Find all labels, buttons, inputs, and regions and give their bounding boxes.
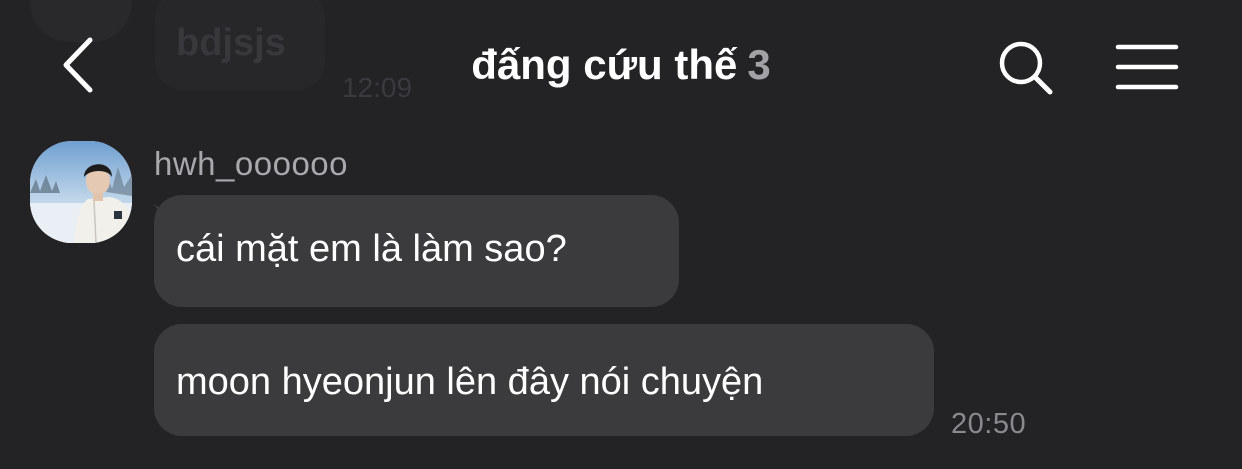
message-text: moon hyeonjun lên đây nói chuyện [176, 361, 764, 403]
message-bubble[interactable]: moon hyeonjun lên đây nói chuyện [154, 324, 934, 436]
member-count: 3 [747, 41, 771, 88]
sender-avatar[interactable] [30, 141, 132, 243]
message-bubble[interactable]: cái mặt em là làm sao? [154, 195, 679, 307]
sender-username[interactable]: hwh_oooooo [154, 145, 348, 183]
search-button[interactable] [996, 38, 1056, 98]
group-name: đấng cứu thế [471, 41, 738, 88]
search-icon [999, 41, 1053, 95]
hamburger-menu-icon [1115, 44, 1179, 90]
avatar-photo [30, 141, 132, 243]
message-text: cái mặt em là làm sao? [176, 228, 567, 270]
message-timestamp: 20:50 [951, 408, 1027, 440]
menu-button[interactable] [1114, 42, 1180, 92]
